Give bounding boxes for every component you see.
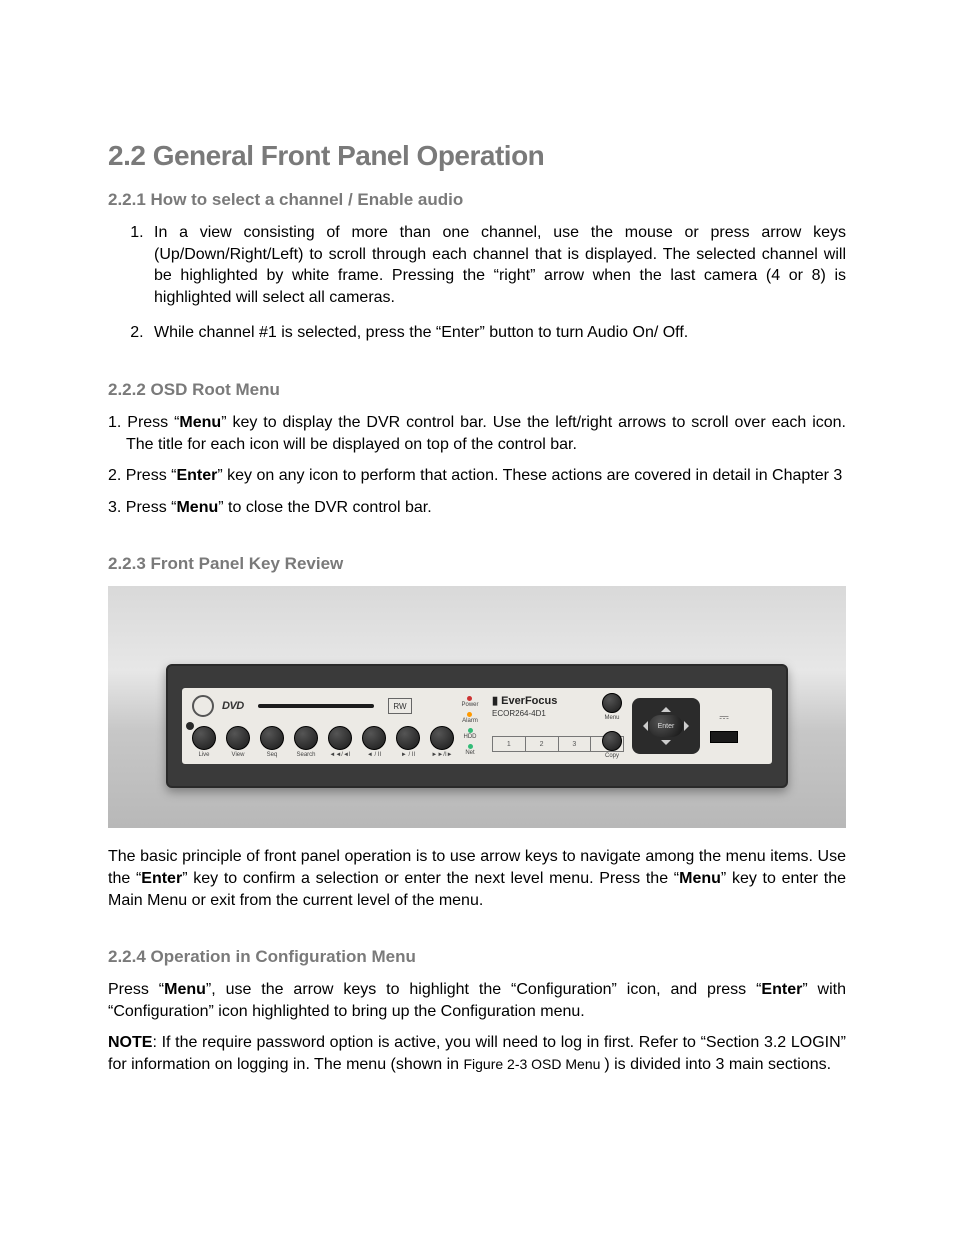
alarm-led-icon: [467, 712, 472, 717]
search-button[interactable]: [294, 726, 318, 750]
button-label: Copy: [605, 753, 619, 759]
paragraph: Press “Menu”, use the arrow keys to high…: [108, 979, 846, 1022]
disc-slot: [258, 704, 374, 708]
channel-cell: 2: [526, 737, 559, 751]
text: ” key on any icon to perform that action…: [217, 467, 842, 484]
heading-222: 2.2.2 OSD Root Menu: [108, 380, 846, 400]
dvd-section: DVD RW Live View Seq Search ◄◄/◄I ◄ / II…: [192, 694, 412, 758]
net-led-icon: [468, 744, 473, 749]
section-title: 2.2 General Front Panel Operation: [108, 140, 846, 172]
button-label: ► / II: [401, 752, 415, 758]
led-label: Power: [461, 702, 478, 708]
keyword-menu: Menu: [176, 499, 218, 516]
led-column: Power Alarm HDD Net: [450, 694, 490, 758]
seq-button[interactable]: [260, 726, 284, 750]
keyword-menu: Menu: [164, 981, 206, 998]
arrow-right-icon[interactable]: [684, 721, 694, 731]
playback-rev-button[interactable]: [362, 726, 386, 750]
usb-port[interactable]: [710, 731, 738, 743]
button-label: View: [232, 752, 245, 758]
button-label: Seq: [267, 752, 278, 758]
keyword-menu: Menu: [179, 414, 221, 431]
rw-badge: RW: [388, 698, 412, 714]
channel-cell: 1: [493, 737, 526, 751]
dpad[interactable]: Enter: [632, 698, 700, 754]
paragraph: 2. Press “Enter” key on any icon to perf…: [108, 465, 846, 487]
menu-button[interactable]: [602, 693, 622, 713]
text: ” key to display the DVR control bar. Us…: [126, 414, 846, 453]
heading-224: 2.2.4 Operation in Configuration Menu: [108, 947, 846, 967]
brand-block: ▮ EverFocus ECOR264-4D1: [492, 694, 612, 718]
playback-fwd-button[interactable]: [396, 726, 420, 750]
power-led-icon: [467, 696, 472, 701]
disc-icon: [192, 695, 214, 717]
rewind-button[interactable]: [328, 726, 352, 750]
paragraph: The basic principle of front panel opera…: [108, 846, 846, 911]
view-button[interactable]: [226, 726, 250, 750]
front-button-row: Live View Seq Search ◄◄/◄I ◄ / II ► / II…: [192, 726, 412, 758]
led-label: Alarm: [462, 718, 478, 724]
led-label: Net: [465, 750, 474, 756]
live-button[interactable]: [192, 726, 216, 750]
paragraph: 1. Press “Menu” key to display the DVR c…: [108, 412, 846, 455]
list-item: In a view consisting of more than one ch…: [148, 222, 846, 308]
text: ” key to confirm a selection or enter th…: [182, 870, 679, 887]
enter-button[interactable]: Enter: [649, 715, 683, 737]
copy-button[interactable]: [602, 731, 622, 751]
text: 3. Press “: [108, 499, 176, 516]
button-label: Search: [296, 752, 315, 758]
brand-logo: ▮ EverFocus: [492, 694, 612, 707]
list-221: In a view consisting of more than one ch…: [148, 222, 846, 344]
figure-reference: Figure 2-3 OSD Menu: [463, 1056, 604, 1072]
hdd-led-icon: [468, 728, 473, 733]
text: 2. Press “: [108, 467, 176, 484]
list-item: While channel #1 is selected, press the …: [148, 322, 846, 344]
note-label: NOTE: [108, 1034, 152, 1051]
arrow-left-icon[interactable]: [638, 721, 648, 731]
heading-223: 2.2.3 Front Panel Key Review: [108, 554, 846, 574]
paragraph: 3. Press “Menu” to close the DVR control…: [108, 497, 846, 519]
model-label: ECOR264-4D1: [492, 709, 612, 718]
button-label: ◄ / II: [367, 752, 381, 758]
text: ” to close the DVR control bar.: [218, 499, 431, 516]
button-label: ◄◄/◄I: [329, 752, 350, 758]
arrow-down-icon[interactable]: [661, 740, 671, 750]
dvd-label: DVD: [222, 700, 244, 712]
button-label: Live: [198, 752, 209, 758]
text: ”, use the arrow keys to highlight the “…: [206, 981, 762, 998]
heading-221: 2.2.1 How to select a channel / Enable a…: [108, 190, 846, 210]
keyword-enter: Enter: [141, 870, 182, 887]
device-figure: DVD RW Live View Seq Search ◄◄/◄I ◄ / II…: [108, 586, 846, 828]
text: 1. Press “: [108, 414, 179, 431]
keyword-menu: Menu: [679, 870, 721, 887]
device-faceplate: DVD RW Live View Seq Search ◄◄/◄I ◄ / II…: [182, 688, 772, 764]
document-page: 2.2 General Front Panel Operation 2.2.1 …: [0, 0, 954, 1146]
paragraph: NOTE: If the require password option is …: [108, 1032, 846, 1075]
led-label: HDD: [464, 734, 477, 740]
text: ) is divided into 3 main sections.: [604, 1056, 831, 1073]
keyword-enter: Enter: [761, 981, 802, 998]
device-chassis: DVD RW Live View Seq Search ◄◄/◄I ◄ / II…: [166, 664, 788, 788]
button-label: Menu: [604, 715, 619, 721]
usb-icon: ⎓: [719, 710, 729, 725]
arrow-up-icon[interactable]: [661, 702, 671, 712]
keyword-enter: Enter: [176, 467, 217, 484]
channel-cell: 3: [559, 737, 592, 751]
text: Press “: [108, 981, 164, 998]
right-control-group: Menu Copy Enter ⎓: [602, 694, 762, 758]
